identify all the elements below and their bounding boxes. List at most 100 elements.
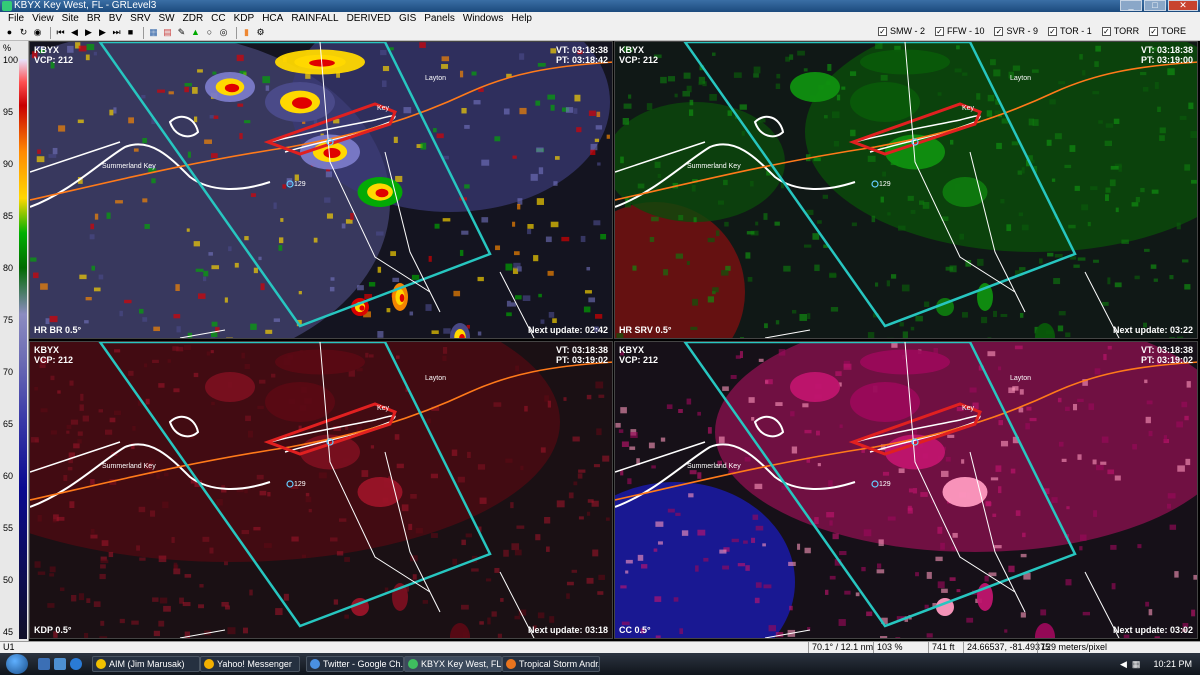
warning-toggle[interactable]: ✓ TORR [1101,26,1139,36]
desktop-icon[interactable] [38,658,50,670]
first-frame-icon[interactable]: ⏮ [55,27,66,38]
radar-gate [90,528,95,534]
radar-gate [891,342,898,348]
radar-gate [711,291,716,295]
radar-gate [753,66,761,74]
radar-gate [434,223,440,229]
checkbox[interactable]: ✓ [1101,26,1111,36]
radar-gate [393,136,398,143]
last-frame-icon[interactable]: ⏭ [111,27,122,38]
menu-item-gis[interactable]: GIS [395,13,420,24]
site-id: KBYX [34,45,60,55]
center-icon[interactable]: ◎ [218,27,229,38]
warning-toggle[interactable]: ✓ SVR - 9 [994,26,1038,36]
next-frame-icon[interactable]: ▶ [97,27,108,38]
menu-item-site[interactable]: Site [58,13,83,24]
menu-item-file[interactable]: File [4,13,28,24]
network-icon[interactable]: ▦ [1132,659,1141,670]
radar-map[interactable]: Summerland Key Layton Key 129 [615,342,1198,639]
minimize-button[interactable]: _ [1120,0,1142,11]
radar-gate [850,129,856,137]
radar-gate [829,273,837,278]
radar-gate [707,427,712,434]
palette-icon[interactable]: ▤ [162,27,173,38]
explorer-icon[interactable] [54,658,66,670]
taskbar-button[interactable]: Yahoo! Messenger [200,656,300,672]
radar-gate [790,411,795,417]
prev-frame-icon[interactable]: ◀ [69,27,80,38]
menu-item-windows[interactable]: Windows [459,13,508,24]
radar-map[interactable]: Summerland Key Layton Key 129 [30,42,613,339]
panel-icon[interactable]: ▮ [241,27,252,38]
menu-item-zdr[interactable]: ZDR [179,13,208,24]
checkbox[interactable]: ✓ [877,26,887,36]
radar-panel[interactable]: Summerland Key Layton Key 129 KBYX VCP: 212 VT… [29,41,613,339]
radar-panel[interactable]: Summerland Key Layton Key 129 KBYX VCP: 212 VT… [614,341,1198,639]
product-label: HR BR 0.5° [34,325,82,335]
radar-gate [910,326,915,331]
radar-gate [63,475,68,481]
radar-gate [743,540,748,544]
menu-item-srv[interactable]: SRV [126,13,154,24]
radar-map[interactable]: Summerland Key Layton Key 129 [615,42,1198,339]
radar-gate [584,290,592,294]
loop-icon[interactable]: ◉ [32,27,43,38]
menu-item-panels[interactable]: Panels [420,13,459,24]
checkbox[interactable]: ✓ [994,26,1004,36]
pause-icon[interactable]: ■ [125,27,136,38]
checkbox[interactable]: ✓ [1149,26,1159,36]
grid-icon[interactable]: ▦ [148,27,159,38]
volume-icon[interactable]: ◀ [1120,659,1127,670]
settings-icon[interactable]: ⚙ [255,27,266,38]
start-button[interactable] [6,654,28,674]
stop-icon[interactable]: ● [4,27,15,38]
menu-item-view[interactable]: View [28,13,58,24]
warning-toggle[interactable]: ✓ TOR - 1 [1047,26,1092,36]
warning-toggle[interactable]: ✓ TORE [1149,26,1186,36]
radar-gate [707,237,715,243]
menu-item-bv[interactable]: BV [105,13,126,24]
menu-item-derived[interactable]: DERIVED [343,13,395,24]
close-button[interactable]: ✕ [1168,0,1198,11]
maximize-button[interactable]: □ [1144,0,1166,11]
menu-item-rainfall[interactable]: RAINFALL [287,13,342,24]
refresh-icon[interactable]: ↻ [18,27,29,38]
warning-icon[interactable]: ▲ [190,27,201,38]
taskbar-button[interactable]: AIM (Jim Marusak) [92,656,200,672]
browser-icon[interactable] [70,658,82,670]
radar-gate [202,536,210,542]
radar-gate [746,231,755,235]
ruler-icon[interactable]: ✎ [176,27,187,38]
radar-gate [1019,312,1024,318]
warning-toggle[interactable]: ✓ FFW - 10 [934,26,984,36]
menu-item-hca[interactable]: HCA [258,13,287,24]
radar-gate [1073,264,1080,268]
menu-item-br[interactable]: BR [83,13,105,24]
radar-gate [1079,534,1087,541]
taskbar-button[interactable]: Tropical Storm Andr... [502,656,600,672]
play-icon[interactable]: ▶ [83,27,94,38]
menu-item-sw[interactable]: SW [155,13,179,24]
taskbar-button[interactable]: Twitter - Google Ch... [306,656,404,672]
checkbox[interactable]: ✓ [1047,26,1057,36]
warning-toggle[interactable]: ✓ SMW - 2 [877,26,925,36]
radar-map[interactable]: Summerland Key Layton Key 129 [30,342,613,639]
radar-gate [510,302,516,307]
radar-gate [257,405,264,410]
radar-panel[interactable]: Summerland Key Layton Key 129 KBYX VCP: 212 VT… [614,41,1198,339]
radar-gate [90,479,95,485]
radar-gate [172,346,179,351]
circle-icon[interactable]: ○ [204,27,215,38]
taskbar-button[interactable]: KBYX Key West, FL -... [404,656,502,672]
radar-gate [1123,634,1130,638]
radar-gate [244,488,248,494]
checkbox[interactable]: ✓ [934,26,944,36]
menu-item-help[interactable]: Help [507,13,536,24]
radar-gate [471,71,477,76]
radar-gate [497,633,502,638]
radar-gate [875,42,883,49]
menu-item-cc[interactable]: CC [207,13,229,24]
menu-item-kdp[interactable]: KDP [230,13,259,24]
radar-gate [686,261,690,266]
radar-panel[interactable]: Summerland Key Layton Key 129 KBYX VCP: 212 VT… [29,341,613,639]
